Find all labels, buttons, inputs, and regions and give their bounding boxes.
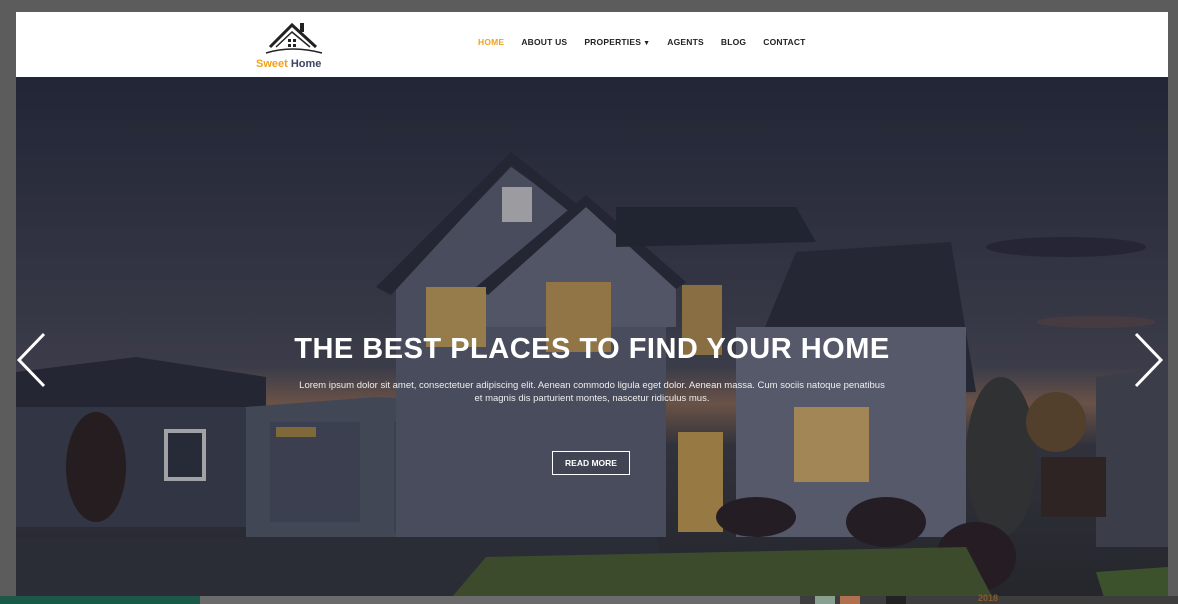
brand-name-part1: Sweet [256,58,288,70]
read-more-button[interactable]: READ MORE [552,451,630,475]
nav-item-about-us[interactable]: ABOUT US [521,37,567,47]
chevron-left-icon [16,332,46,388]
main-nav: HOME ABOUT US PROPERTIES ▼ AGENTS BLOG CO… [478,35,823,49]
caret-down-icon: ▼ [643,40,651,47]
next-section-peek: 2018 [0,593,1178,604]
peek-thumb-1 [815,596,835,604]
nav-item-home[interactable]: HOME [478,37,504,47]
peek-thumb-2 [840,596,860,604]
peek-green-block [0,596,200,604]
chevron-right-icon [1134,332,1164,388]
hero-headline: THE BEST PLACES TO FIND YOUR HOME [294,333,890,365]
nav-item-agents[interactable]: AGENTS [667,37,704,47]
peek-year: 2018 [978,593,999,603]
site-logo[interactable]: Sweet Home [254,17,330,73]
peek-thumb-3 [886,596,906,604]
slider-prev-button[interactable] [16,330,46,390]
brand-name: Sweet Home [256,58,321,70]
nav-item-properties-label: PROPERTIES [584,37,642,47]
nav-item-blog[interactable]: BLOG [721,37,746,47]
peek-grey-block [200,596,800,604]
brand-name-part2: Home [290,58,322,70]
slider-next-button[interactable] [1134,330,1164,390]
house-roof-icon [265,22,323,54]
nav-item-contact[interactable]: CONTACT [763,37,805,47]
hero-slider: THE BEST PLACES TO FIND YOUR HOME Lorem … [16,77,1168,604]
page-frame: Sweet Home HOME ABOUT US PROPERTIES ▼ AGE… [16,12,1168,604]
nav-item-properties[interactable]: PROPERTIES ▼ [584,37,650,47]
top-navbar: Sweet Home HOME ABOUT US PROPERTIES ▼ AGE… [16,12,1168,78]
hero-subtext: Lorem ipsum dolor sit amet, consectetuer… [299,380,885,404]
